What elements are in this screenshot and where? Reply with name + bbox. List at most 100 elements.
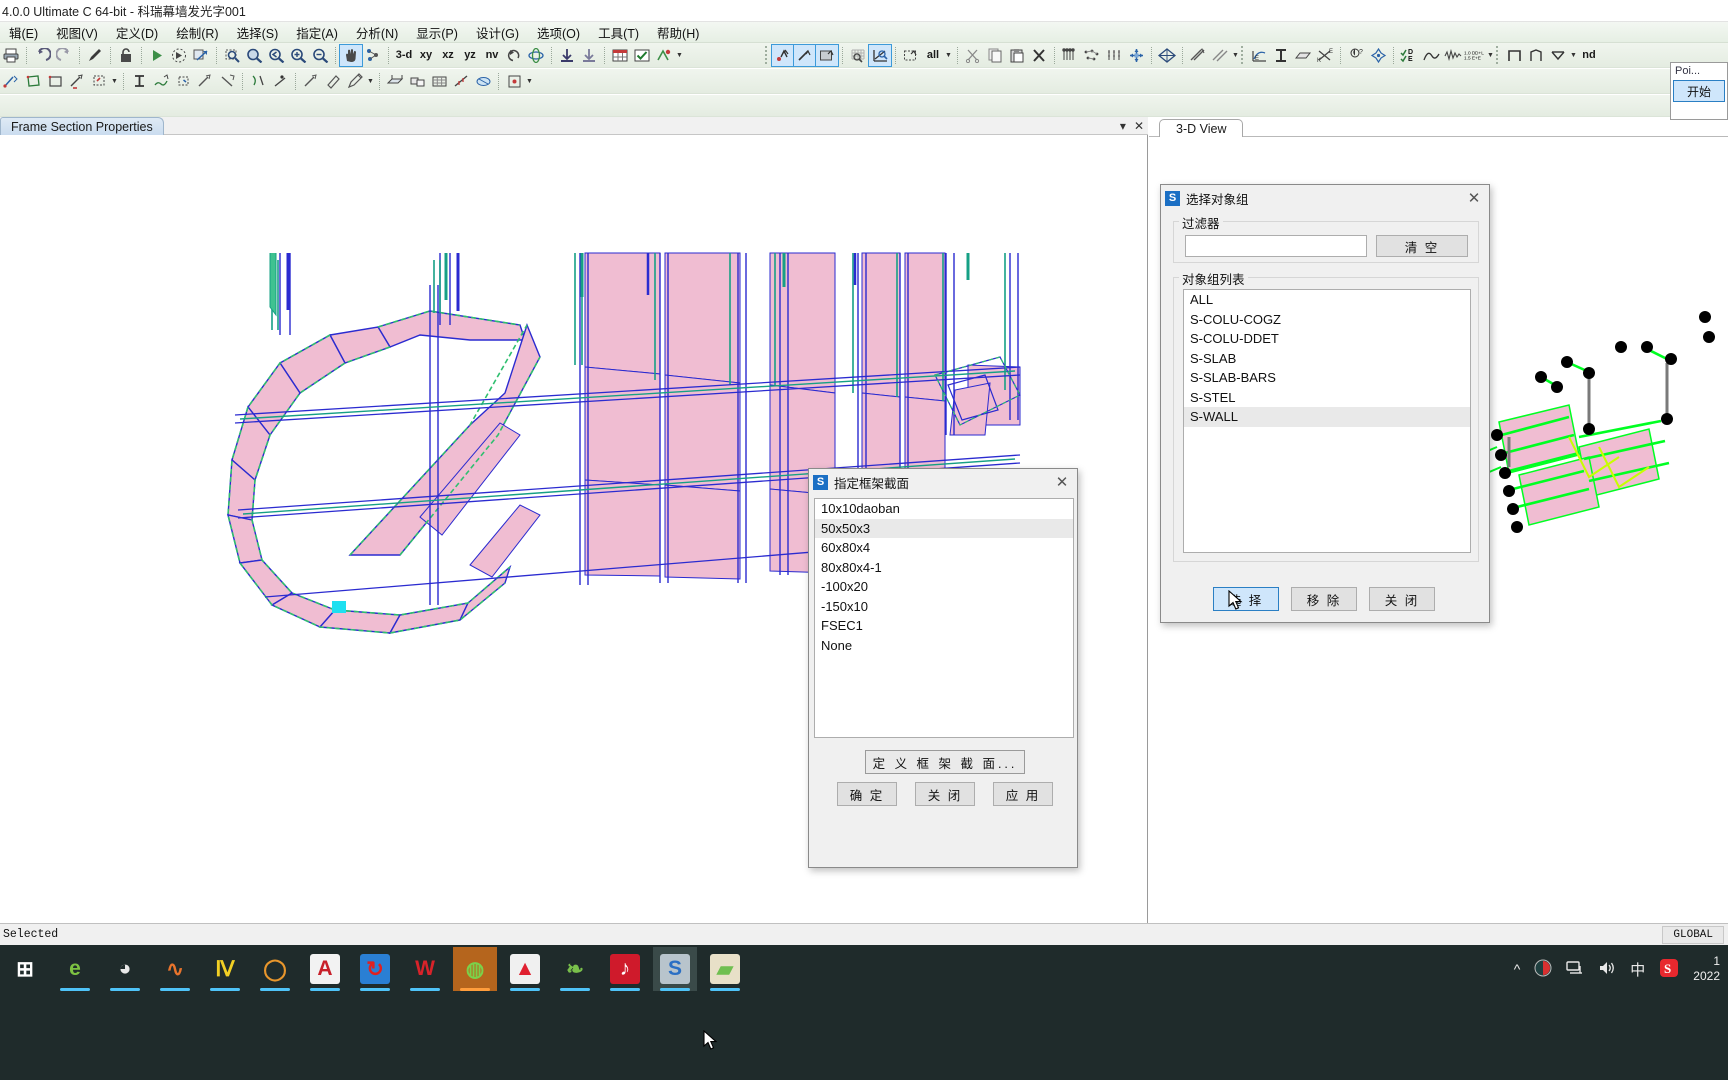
assign-frame-release-icon[interactable] xyxy=(1209,45,1231,66)
frame-section-item[interactable]: 80x80x4-1 xyxy=(815,558,1073,578)
show-joint-reaction-icon[interactable] xyxy=(1367,45,1389,66)
search-icon[interactable]: ◯ xyxy=(253,947,297,991)
menu-item-3[interactable]: 绘制(R) xyxy=(167,22,227,43)
close-icon[interactable]: ✕ xyxy=(1051,472,1073,492)
coordinate-system-indicator[interactable]: GLOBAL xyxy=(1662,926,1724,944)
assign-joint-spring-icon[interactable] xyxy=(150,71,172,92)
select-area-icon[interactable] xyxy=(815,43,839,67)
ok-button[interactable]: 确 定 xyxy=(837,782,897,806)
snap-options-icon[interactable] xyxy=(503,71,525,92)
chevron-down-icon[interactable]: ▼ xyxy=(366,71,375,91)
sap2000-icon[interactable]: S xyxy=(653,947,697,991)
sogou-input-icon[interactable]: S xyxy=(1659,958,1679,981)
close-icon[interactable]: ✕ xyxy=(1134,119,1144,133)
object-group-item[interactable]: S-STEL xyxy=(1184,388,1470,408)
pen-icon[interactable] xyxy=(84,45,106,66)
tab-3d-view[interactable]: 3-D View xyxy=(1159,119,1244,137)
assign-frame-load-icon[interactable] xyxy=(247,71,269,92)
ime-indicator[interactable]: 中 xyxy=(1630,959,1645,980)
object-group-item[interactable]: S-SLAB-BARS xyxy=(1184,368,1470,388)
menu-item-4[interactable]: 选择(S) xyxy=(228,22,288,43)
assign-joint-restraints-icon[interactable] xyxy=(1059,45,1081,66)
copy-icon[interactable] xyxy=(984,45,1006,66)
load-combo-label-icon[interactable]: 1.0 D 1.5 E D+L +E xyxy=(1464,45,1486,66)
show-undeformed-icon[interactable] xyxy=(556,45,578,66)
volume-icon[interactable] xyxy=(1598,960,1616,979)
matlab-icon[interactable]: ∿ xyxy=(153,947,197,991)
select-all-icon[interactable] xyxy=(900,45,922,66)
filter-input[interactable] xyxy=(1185,235,1367,257)
network-icon[interactable] xyxy=(1566,960,1584,979)
toolbar-grip[interactable] xyxy=(1241,46,1245,64)
select-button[interactable]: 选 择 xyxy=(1213,587,1279,611)
frame-section-item[interactable]: 50x50x3 xyxy=(815,518,1073,538)
view-3d-button[interactable]: 3-d xyxy=(393,45,415,66)
dialog-title-bar[interactable]: S 选择对象组 ✕ xyxy=(1161,185,1489,211)
sync-icon[interactable]: ↻ xyxy=(353,947,397,991)
media-player-icon[interactable]: ◕ xyxy=(103,947,147,991)
assign-joint-icon[interactable] xyxy=(1081,45,1103,66)
adobe-icon[interactable]: ▲ xyxy=(503,947,547,991)
nd-label-button[interactable]: nd xyxy=(1578,45,1600,66)
view-xz-button[interactable]: xz xyxy=(437,45,459,66)
object-group-item[interactable]: S-SLAB xyxy=(1184,349,1470,369)
wechat-icon[interactable]: ◍ xyxy=(453,947,497,991)
run-analysis-icon[interactable] xyxy=(146,45,168,66)
menu-item-7[interactable]: 显示(P) xyxy=(407,22,467,43)
show-load-combo-icon[interactable]: DE xyxy=(1398,45,1420,66)
object-group-item[interactable]: ALL xyxy=(1184,290,1470,310)
assign-area-icon[interactable] xyxy=(1156,45,1178,66)
chevron-up-icon[interactable]: ^ xyxy=(1514,961,1521,977)
wps-writer-icon[interactable]: W xyxy=(403,947,447,991)
object-group-item[interactable]: S-COLU-COGZ xyxy=(1184,310,1470,330)
draw-frame-icon[interactable] xyxy=(0,71,22,92)
dialog-title-bar[interactable]: S 指定框架截面 ✕ xyxy=(809,469,1077,495)
autocad-icon[interactable]: Ⅳ xyxy=(203,947,247,991)
quick-draw-area-icon[interactable] xyxy=(88,71,110,92)
edge-browser-icon[interactable]: e xyxy=(53,947,97,991)
rotate-3d-icon[interactable] xyxy=(525,45,547,66)
chevron-down-icon[interactable]: ▼ xyxy=(675,45,684,65)
assign-area-load-icon[interactable] xyxy=(269,71,291,92)
show-forces-icon[interactable]: E xyxy=(1248,45,1270,66)
design-concrete-icon[interactable] xyxy=(1525,45,1547,66)
flyout-start-button[interactable]: 开始 xyxy=(1673,80,1725,102)
assign-joint-restraint-icon[interactable] xyxy=(128,71,150,92)
chevron-down-icon[interactable]: ▾ xyxy=(1120,119,1126,133)
frame-section-item[interactable]: FSEC1 xyxy=(815,616,1073,636)
delete-icon[interactable] xyxy=(1028,45,1050,66)
paste-icon[interactable] xyxy=(1006,45,1028,66)
rotate-ccw-icon[interactable] xyxy=(503,45,525,66)
zoom-window-icon[interactable] xyxy=(221,45,243,66)
frame-section-list[interactable]: 10x10daoban 50x50x3 60x80x4 80x80x4-1 -100x2… xyxy=(814,498,1074,738)
design-aluminum-icon[interactable] xyxy=(1547,45,1569,66)
menu-item-8[interactable]: 设计(G) xyxy=(467,22,528,43)
view-nv-button[interactable]: nv xyxy=(481,45,503,66)
tab-frame-section-properties[interactable]: Frame Section Properties xyxy=(0,117,164,135)
zoom-in-icon[interactable] xyxy=(287,45,309,66)
zoom-all-icon[interactable] xyxy=(243,45,265,66)
menu-item-5[interactable]: 指定(A) xyxy=(287,22,347,43)
menu-item-11[interactable]: 帮助(H) xyxy=(648,22,708,43)
close-button[interactable]: 关 闭 xyxy=(915,782,975,806)
toolbar-grip[interactable] xyxy=(765,46,769,64)
draw-poly-area-icon[interactable] xyxy=(22,71,44,92)
show-shell-icon[interactable] xyxy=(1292,45,1314,66)
joint-pattern-icon[interactable] xyxy=(472,71,494,92)
extrude-icon[interactable] xyxy=(384,71,406,92)
chevron-down-icon[interactable]: ▼ xyxy=(1486,45,1495,65)
define-frame-section-button[interactable]: 定 义 框 架 截 面... xyxy=(865,750,1025,774)
divide-frame-icon[interactable] xyxy=(450,71,472,92)
object-group-item[interactable]: S-COLU-DDET xyxy=(1184,329,1470,349)
run-options-icon[interactable] xyxy=(168,45,190,66)
clear-button[interactable]: 清 空 xyxy=(1376,235,1468,257)
view-yz-button[interactable]: yz xyxy=(459,45,481,66)
assign-joint-mass-icon[interactable] xyxy=(172,71,194,92)
undo-icon[interactable] xyxy=(31,45,53,66)
object-group-list[interactable]: ALL S-COLU-COGZ S-COLU-DDET S-SLAB S-SLAB-BA… xyxy=(1183,289,1471,553)
close-icon[interactable]: ✕ xyxy=(1463,188,1485,208)
frame-section-item[interactable]: 60x80x4 xyxy=(815,538,1073,558)
chevron-down-icon[interactable]: ▼ xyxy=(525,71,534,91)
menu-item-2[interactable]: 定义(D) xyxy=(107,22,167,43)
mesh-area-icon[interactable] xyxy=(428,71,450,92)
